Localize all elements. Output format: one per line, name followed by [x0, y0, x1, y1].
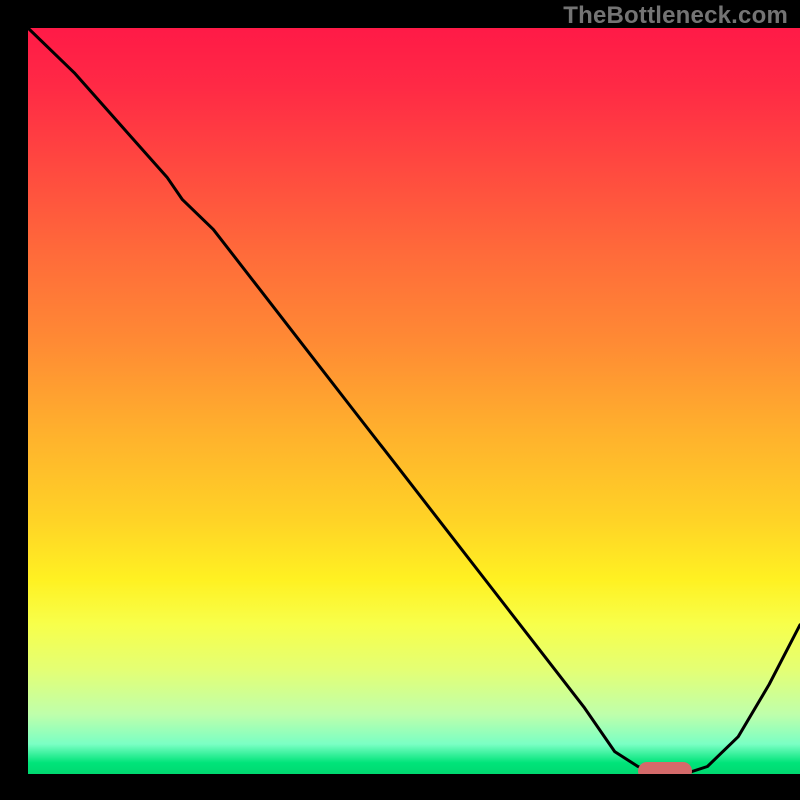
bottleneck-curve — [28, 28, 800, 774]
plot-area — [28, 28, 800, 774]
optimal-range-marker — [638, 762, 692, 774]
chart-container: TheBottleneck.com — [0, 0, 800, 800]
watermark-label: TheBottleneck.com — [563, 2, 788, 30]
